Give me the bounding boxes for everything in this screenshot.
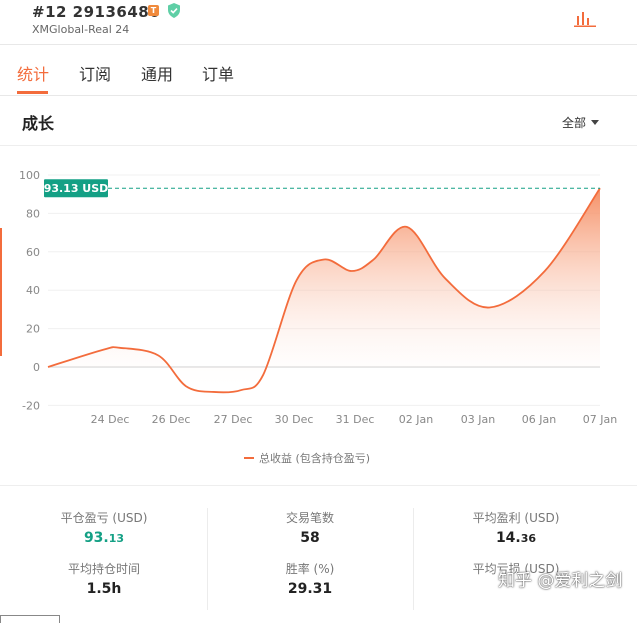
y-tick-label: -20 [22, 399, 40, 412]
active-tab-indicator [17, 91, 48, 94]
stat-label: 交易笔数 [285, 511, 334, 525]
x-tick-label: 02 Jan [399, 413, 433, 426]
bar-chart-icon[interactable] [574, 9, 596, 27]
legend-swatch [244, 457, 254, 459]
stat-value: 29.31 [287, 581, 333, 597]
section-title: 成长 [22, 114, 55, 133]
x-tick-label: 06 Jan [522, 413, 556, 426]
stat-label: 平均持仓时间 [67, 562, 140, 576]
stat-value: 1.5h [86, 581, 122, 597]
divider [0, 95, 637, 96]
x-tick-label: 26 Dec [152, 413, 191, 426]
tab-orders[interactable]: 订单 [202, 61, 234, 85]
marker-label: 93.13 USD [44, 182, 109, 195]
growth-chart: 100 80 60 40 20 0 -20 24 Dec 26 Dec 27 Dec 30 Dec 3… [19, 169, 617, 426]
legend-label: 总收益 (包含持仓盈亏) [259, 452, 371, 465]
y-tick-label: 80 [26, 207, 40, 220]
verified-shield-icon [168, 3, 180, 18]
y-tick-label: 40 [26, 284, 40, 297]
stat-closed-pnl: 平仓盈亏 (USD) 93.13 [4, 509, 204, 546]
stat-win-rate: 胜率 (%) 29.31 [210, 560, 410, 597]
tab-bar: 统计 订阅 通用 订单 [0, 45, 637, 95]
stat-avg-holding-time: 平均持仓时间 1.5h [4, 560, 204, 597]
y-tick-label: 100 [19, 169, 40, 182]
stat-value: 58 [300, 530, 320, 546]
y-tick-label: 20 [26, 323, 40, 336]
tab-statistics[interactable]: 统计 [17, 61, 49, 85]
stat-trade-count: 交易笔数 58 [210, 509, 410, 546]
stat-value: 14.36 [495, 530, 537, 546]
x-tick-label: 30 Dec [275, 413, 314, 426]
column-divider [207, 508, 208, 610]
x-tick-label: 31 Dec [336, 413, 375, 426]
period-filter-dropdown[interactable]: 全部 [562, 114, 600, 131]
filter-label: 全部 [562, 116, 587, 130]
x-tick-label: 07 Jan [583, 413, 617, 426]
tab-general[interactable]: 通用 [141, 61, 173, 85]
tab-subscribe[interactable]: 订阅 [79, 61, 111, 85]
account-id: #12 29136486 [32, 3, 161, 21]
account-header: #12 29136486 T XMGlobal-Real 24 [0, 0, 637, 44]
type-badge: T [148, 5, 159, 16]
stat-avg-profit: 平均盈利 (USD) 14.36 [416, 509, 616, 546]
chart-legend: 总收益 (包含持仓盈亏) [244, 450, 370, 466]
y-tick-label: 60 [26, 246, 40, 259]
y-tick-label: 0 [33, 361, 40, 374]
stat-value: 93.13 [83, 530, 125, 546]
watermark: 知乎 @爱利之剑 [498, 571, 623, 591]
stat-label: 平仓盈亏 (USD) [60, 511, 148, 525]
column-divider [413, 508, 414, 610]
server-name: XMGlobal-Real 24 [32, 23, 130, 36]
caret-down-icon [591, 120, 600, 125]
x-tick-label: 24 Dec [91, 413, 130, 426]
divider [0, 485, 637, 486]
stat-label: 胜率 (%) [285, 562, 335, 576]
stat-label: 平均盈利 (USD) [472, 511, 560, 525]
x-tick-label: 03 Jan [461, 413, 495, 426]
x-tick-label: 27 Dec [214, 413, 253, 426]
